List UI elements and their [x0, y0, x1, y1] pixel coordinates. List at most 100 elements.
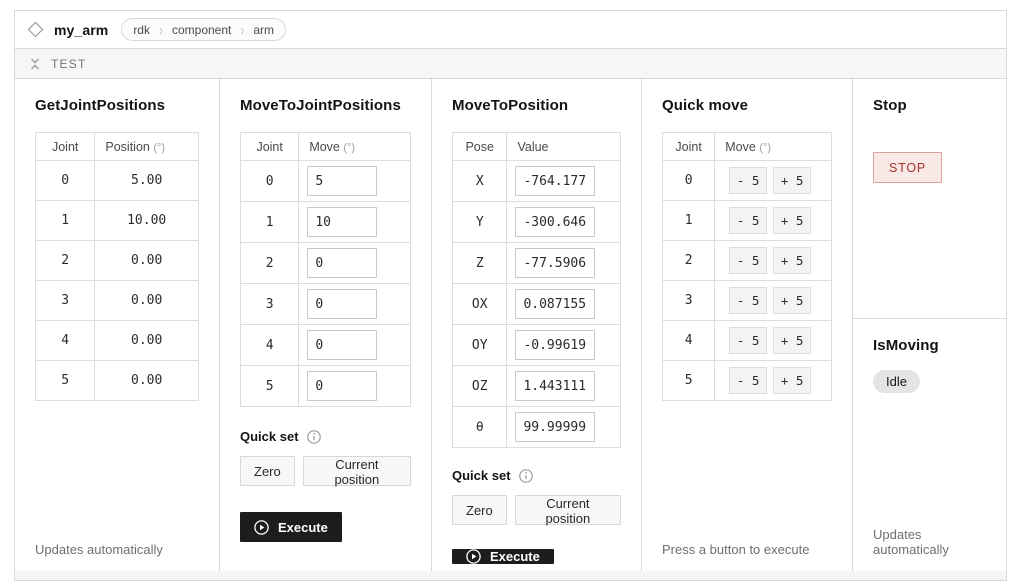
plus-5-button-joint-4[interactable]: + 5: [773, 327, 811, 354]
auto-update-note: Updates automatically: [873, 527, 986, 557]
collapse-icon: [30, 58, 40, 70]
table-row: 05.00: [36, 161, 199, 201]
breadcrumb-item-arm[interactable]: arm: [253, 23, 274, 37]
column-header-move: Move (°): [299, 133, 411, 161]
component-title: my_arm: [54, 22, 108, 38]
value-input-cell: [507, 202, 621, 243]
value-input-cell: [299, 202, 411, 243]
plus-5-button-joint-5[interactable]: + 5: [773, 367, 811, 394]
table-row: 3- 5+ 5: [663, 281, 832, 321]
table-row: 0: [241, 161, 411, 202]
row-key: 4: [36, 321, 95, 361]
step-buttons-cell: - 5+ 5: [715, 321, 832, 361]
move_to_position-input-X[interactable]: [515, 166, 595, 196]
quick-set-label: Quick set: [240, 429, 299, 444]
panel-title: GetJointPositions: [35, 97, 199, 114]
move_to_position-input-Z[interactable]: [515, 248, 595, 278]
move_to_joint_positions-input-4[interactable]: [307, 330, 377, 360]
get-joint-positions-table: Joint Position (°) 05.00110.0020.0030.00…: [35, 132, 199, 401]
table-row: θ: [453, 407, 621, 448]
quick-set-header: Quick set: [240, 429, 411, 444]
value-input-cell: [507, 243, 621, 284]
table-row: 5: [241, 366, 411, 407]
column-header-value: Value: [507, 133, 621, 161]
table-row: OX: [453, 284, 621, 325]
info-icon[interactable]: [307, 430, 321, 444]
plus-5-button-joint-0[interactable]: + 5: [773, 167, 811, 194]
row-key: Y: [453, 202, 507, 243]
move_to_position-input-OZ[interactable]: [515, 371, 595, 401]
breadcrumb-item-component[interactable]: component: [172, 23, 231, 37]
move_to_position-input-OY[interactable]: [515, 330, 595, 360]
zero-button[interactable]: Zero: [240, 456, 295, 486]
move_to_joint_positions-input-5[interactable]: [307, 371, 377, 401]
table-row: Y: [453, 202, 621, 243]
value-input-cell: [299, 284, 411, 325]
row-key: 4: [241, 325, 299, 366]
table-row: 20.00: [36, 241, 199, 281]
value-input-cell: [507, 325, 621, 366]
plus-5-button-joint-1[interactable]: + 5: [773, 207, 811, 234]
column-header-move: Move (°): [715, 133, 832, 161]
value-input-cell: [299, 243, 411, 284]
plus-5-button-joint-3[interactable]: + 5: [773, 287, 811, 314]
move_to_joint_positions-input-3[interactable]: [307, 289, 377, 319]
minus-5-button-joint-1[interactable]: - 5: [729, 207, 767, 234]
position-value: 0.00: [95, 321, 199, 361]
table-row: OZ: [453, 366, 621, 407]
row-key: 2: [36, 241, 95, 281]
table-row: 4: [241, 325, 411, 366]
current-position-button[interactable]: Current position: [515, 495, 621, 525]
move_to_joint_positions-input-2[interactable]: [307, 248, 377, 278]
minus-5-button-joint-0[interactable]: - 5: [729, 167, 767, 194]
row-key: Z: [453, 243, 507, 284]
table-row: 1: [241, 202, 411, 243]
move_to_position-input-θ[interactable]: [515, 412, 595, 442]
panel-move-to-joint-positions: MoveToJointPositions Joint Move (°) 0123…: [220, 79, 432, 571]
table-row: OY: [453, 325, 621, 366]
table-row: Z: [453, 243, 621, 284]
collapsed-section-strip[interactable]: [15, 571, 1006, 580]
execute-button[interactable]: Execute: [452, 549, 554, 564]
position-value: 0.00: [95, 241, 199, 281]
row-key: 1: [663, 201, 715, 241]
info-icon[interactable]: [519, 469, 533, 483]
breadcrumb: rdk › component › arm: [121, 18, 286, 41]
move_to_joint_positions-input-1[interactable]: [307, 207, 377, 237]
value-input-cell: [507, 284, 621, 325]
row-key: 5: [36, 361, 95, 401]
table-row: 50.00: [36, 361, 199, 401]
zero-button[interactable]: Zero: [452, 495, 507, 525]
minus-5-button-joint-3[interactable]: - 5: [729, 287, 767, 314]
current-position-button[interactable]: Current position: [303, 456, 411, 486]
row-key: 0: [241, 161, 299, 202]
is-moving-section: IsMoving Idle Updates automatically: [853, 319, 1006, 571]
test-section-content: GetJointPositions Joint Position (°) 05.…: [15, 79, 1006, 571]
column-header-joint: Joint: [36, 133, 95, 161]
minus-5-button-joint-4[interactable]: - 5: [729, 327, 767, 354]
row-key: 0: [36, 161, 95, 201]
step-buttons-cell: - 5+ 5: [715, 201, 832, 241]
breadcrumb-item-rdk[interactable]: rdk: [133, 23, 150, 37]
step-buttons-cell: - 5+ 5: [715, 281, 832, 321]
move_to_joint_positions-input-0[interactable]: [307, 166, 377, 196]
value-input-cell: [299, 366, 411, 407]
table-row: 30.00: [36, 281, 199, 321]
move_to_position-input-Y[interactable]: [515, 207, 595, 237]
component-header: my_arm rdk › component › arm: [15, 11, 1006, 49]
test-section-label: TEST: [51, 57, 86, 71]
row-key: 4: [663, 321, 715, 361]
row-key: 2: [241, 243, 299, 284]
table-row: X: [453, 161, 621, 202]
minus-5-button-joint-5[interactable]: - 5: [729, 367, 767, 394]
table-row: 0- 5+ 5: [663, 161, 832, 201]
minus-5-button-joint-2[interactable]: - 5: [729, 247, 767, 274]
auto-update-note: Updates automatically: [35, 542, 199, 557]
execute-button[interactable]: Execute: [240, 512, 342, 542]
move_to_position-input-OX[interactable]: [515, 289, 595, 319]
component-diamond-icon: [28, 22, 44, 38]
test-section-toggle[interactable]: TEST: [15, 49, 1006, 79]
row-key: 5: [241, 366, 299, 407]
stop-button[interactable]: STOP: [873, 152, 942, 183]
plus-5-button-joint-2[interactable]: + 5: [773, 247, 811, 274]
